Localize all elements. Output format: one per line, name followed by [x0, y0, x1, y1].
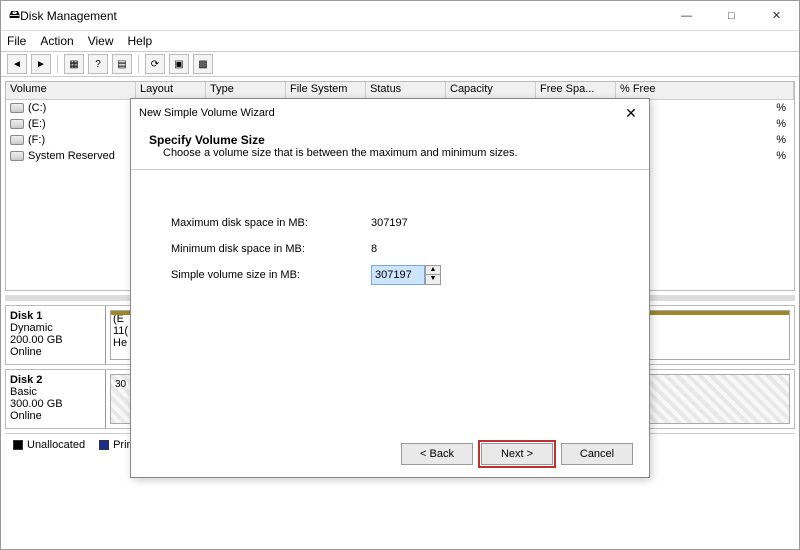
back-icon[interactable]: ◄ — [7, 54, 27, 74]
menu-action[interactable]: Action — [40, 34, 73, 48]
spin-down-icon[interactable]: ▼ — [426, 275, 440, 284]
menu-view[interactable]: View — [88, 34, 114, 48]
dialog-title: New Simple Volume Wizard — [139, 107, 275, 119]
col-type[interactable]: Type — [206, 82, 286, 99]
dialog-heading: Specify Volume Size — [149, 133, 265, 147]
drive-icon — [10, 103, 24, 113]
menu-file[interactable]: File — [7, 34, 26, 48]
menubar: File Action View Help — [1, 31, 799, 51]
col-volume[interactable]: Volume — [6, 82, 136, 99]
volume-size-spinner: ▲ ▼ — [371, 265, 441, 285]
toolbar-btn-1[interactable]: ▦ — [64, 54, 84, 74]
col-capacity[interactable]: Capacity — [446, 82, 536, 99]
toolbar-btn-4[interactable]: ▩ — [193, 54, 213, 74]
col-status[interactable]: Status — [366, 82, 446, 99]
spinner-buttons: ▲ ▼ — [425, 265, 441, 285]
col-filesystem[interactable]: File System — [286, 82, 366, 99]
spin-up-icon[interactable]: ▲ — [426, 266, 440, 275]
toolbar: ◄ ► ▦ ? ▤ ⟳ ▣ ▩ — [1, 51, 799, 77]
max-space-row: Maximum disk space in MB: 307197 — [171, 210, 609, 236]
help-icon[interactable]: ? — [88, 54, 108, 74]
close-button[interactable]: ✕ — [754, 1, 799, 31]
toolbar-separator — [138, 55, 139, 73]
min-space-value: 8 — [371, 243, 377, 255]
swatch-icon — [13, 440, 23, 450]
volume-size-input[interactable] — [371, 265, 425, 285]
dialog-body: Maximum disk space in MB: 307197 Minimum… — [131, 170, 649, 328]
toolbar-btn-2[interactable]: ▤ — [112, 54, 132, 74]
titlebar: 🖴 Disk Management — □ ✕ — [1, 1, 799, 31]
app-icon: 🖴 — [9, 6, 20, 25]
drive-icon — [10, 119, 24, 129]
maximize-button[interactable]: □ — [709, 1, 754, 31]
dialog-subheading: Choose a volume size that is between the… — [149, 147, 631, 159]
cancel-button[interactable]: Cancel — [561, 443, 633, 465]
disk-info: Disk 2 Basic 300.00 GB Online — [6, 370, 106, 428]
drive-icon — [10, 135, 24, 145]
dialog-buttons: < Back Next > Cancel — [401, 443, 633, 465]
refresh-icon[interactable]: ⟳ — [145, 54, 165, 74]
next-button[interactable]: Next > — [481, 443, 553, 465]
max-space-label: Maximum disk space in MB: — [171, 217, 371, 229]
drive-icon — [10, 151, 24, 161]
volume-size-row: Simple volume size in MB: ▲ ▼ — [171, 262, 609, 288]
minimize-button[interactable]: — — [664, 1, 709, 31]
disk-info: Disk 1 Dynamic 200.00 GB Online — [6, 306, 106, 364]
min-space-row: Minimum disk space in MB: 8 — [171, 236, 609, 262]
toolbar-separator — [57, 55, 58, 73]
col-layout[interactable]: Layout — [136, 82, 206, 99]
col-pctfree[interactable]: % Free — [616, 82, 794, 99]
col-free[interactable]: Free Spa... — [536, 82, 616, 99]
back-button[interactable]: < Back — [401, 443, 473, 465]
volume-size-label: Simple volume size in MB: — [171, 269, 371, 281]
toolbar-btn-3[interactable]: ▣ — [169, 54, 189, 74]
swatch-icon — [99, 440, 109, 450]
dialog-header: Specify Volume Size Choose a volume size… — [131, 127, 649, 170]
menu-help[interactable]: Help — [128, 34, 153, 48]
max-space-value: 307197 — [371, 217, 408, 229]
legend-unallocated: Unallocated — [13, 439, 85, 451]
volume-wizard-dialog: New Simple Volume Wizard ✕ Specify Volum… — [130, 98, 650, 478]
min-space-label: Minimum disk space in MB: — [171, 243, 371, 255]
dialog-titlebar: New Simple Volume Wizard ✕ — [131, 99, 649, 127]
close-icon[interactable]: ✕ — [621, 105, 641, 122]
forward-icon[interactable]: ► — [31, 54, 51, 74]
window-title: Disk Management — [20, 9, 664, 23]
